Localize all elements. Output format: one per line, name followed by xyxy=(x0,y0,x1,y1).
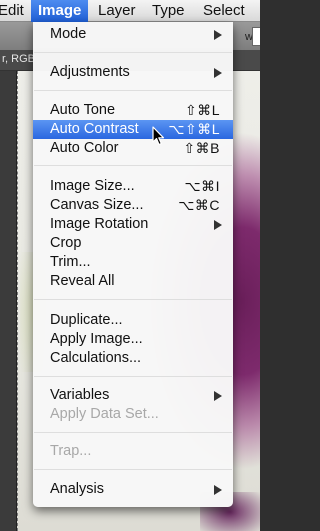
menu-separator xyxy=(34,165,232,166)
menu-item-auto-contrast[interactable]: Auto Contrast ⌥⇧⌘L xyxy=(33,120,233,139)
menu-item-auto-tone[interactable]: Auto Tone ⇧⌘L xyxy=(33,101,233,120)
menu-item-label: Duplicate... xyxy=(50,312,123,328)
menu-item-image-rotation[interactable]: Image Rotation xyxy=(33,215,233,234)
tools-panel xyxy=(0,71,17,531)
menu-layer[interactable]: Layer xyxy=(92,0,142,22)
menu-item-shortcut: ⌥⌘I xyxy=(184,178,220,194)
menu-item-label: Reveal All xyxy=(50,273,115,289)
menu-item-trap: Trap... xyxy=(33,442,233,461)
submenu-arrow-icon xyxy=(214,220,222,230)
menu-item-shortcut: ⇧⌘B xyxy=(183,140,220,156)
menu-item-label: Adjustments xyxy=(50,64,130,80)
menu-separator xyxy=(34,299,232,300)
menu-item-label: Calculations... xyxy=(50,350,142,366)
menu-item-reveal-all[interactable]: Reveal All xyxy=(33,272,233,291)
submenu-arrow-icon xyxy=(214,391,222,401)
menu-item-crop[interactable]: Crop xyxy=(33,234,233,253)
menu-item-label: Image Size... xyxy=(50,178,135,194)
menu-item-label: Image Rotation xyxy=(50,216,149,232)
menu-item-label: Auto Tone xyxy=(50,102,116,118)
document-tab-label: r, RGB xyxy=(2,53,36,65)
menu-edit[interactable]: Edit xyxy=(0,0,30,22)
menu-item-label: Trim... xyxy=(50,254,91,270)
menu-item-shortcut: ⌥⌘C xyxy=(178,197,220,213)
menu-item-variables[interactable]: Variables xyxy=(33,386,233,405)
menu-item-label: Auto Contrast xyxy=(50,121,139,137)
menu-item-trim[interactable]: Trim... xyxy=(33,253,233,272)
menu-separator xyxy=(34,52,232,53)
menu-item-duplicate[interactable]: Duplicate... xyxy=(33,311,233,330)
menu-item-label: Trap... xyxy=(50,443,92,459)
menu-item-label: Crop xyxy=(50,235,82,251)
menu-separator xyxy=(34,432,232,433)
submenu-arrow-icon xyxy=(214,30,222,40)
menu-item-label: Variables xyxy=(50,387,110,403)
menu-item-apply-image[interactable]: Apply Image... xyxy=(33,330,233,349)
image-menu-dropdown: Mode Adjustments Auto Tone ⇧⌘L Auto Cont… xyxy=(33,22,233,507)
menu-separator xyxy=(34,90,232,91)
menu-item-shortcut: ⇧⌘L xyxy=(184,102,220,118)
menu-item-label: Analysis xyxy=(50,481,104,497)
menu-item-label: Canvas Size... xyxy=(50,197,144,213)
mouse-pointer-icon xyxy=(152,126,165,146)
menu-item-mode[interactable]: Mode xyxy=(33,25,233,44)
menu-item-canvas-size[interactable]: Canvas Size... ⌥⌘C xyxy=(33,196,233,215)
submenu-arrow-icon xyxy=(214,68,222,78)
menu-item-label: Apply Image... xyxy=(50,331,143,347)
menu-item-apply-data-set: Apply Data Set... xyxy=(33,405,233,424)
menu-separator xyxy=(34,469,232,470)
menu-bar: Edit Image Layer Type Select xyxy=(0,0,260,22)
menu-item-label: Auto Color xyxy=(50,140,119,156)
menu-item-image-size[interactable]: Image Size... ⌥⌘I xyxy=(33,177,233,196)
canvas-edge xyxy=(17,71,19,531)
menu-item-analysis[interactable]: Analysis xyxy=(33,480,233,499)
menu-item-adjustments[interactable]: Adjustments xyxy=(33,63,233,82)
menu-item-calculations[interactable]: Calculations... xyxy=(33,349,233,368)
menu-separator xyxy=(34,376,232,377)
menu-image[interactable]: Image xyxy=(31,0,89,22)
submenu-arrow-icon xyxy=(214,485,222,495)
menu-select[interactable]: Select xyxy=(197,0,251,22)
menu-item-label: Apply Data Set... xyxy=(50,406,159,422)
menu-item-auto-color[interactable]: Auto Color ⇧⌘B xyxy=(33,139,233,158)
menu-item-shortcut: ⌥⇧⌘L xyxy=(168,121,220,137)
menu-item-label: Mode xyxy=(50,26,87,42)
menu-type[interactable]: Type xyxy=(146,0,191,22)
options-field[interactable] xyxy=(252,27,260,46)
